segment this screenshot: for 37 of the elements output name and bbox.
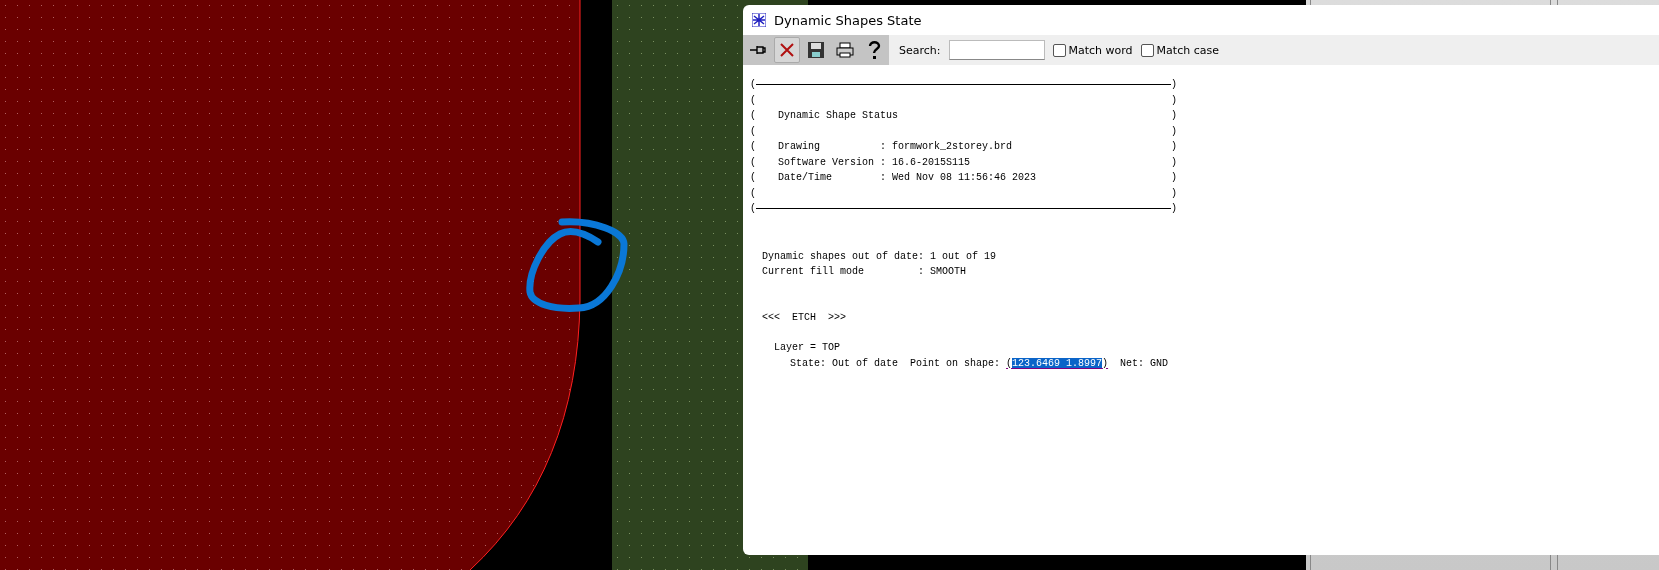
- report-text: Dynamic shapes out of date: 1 out of 19: [762, 249, 998, 264]
- box-border: (: [750, 109, 756, 123]
- box-border: (: [750, 171, 756, 185]
- option-checkbox[interactable]: Match word: [1052, 43, 1133, 57]
- app-icon: [752, 13, 766, 27]
- window-title: Dynamic Shapes State: [774, 12, 922, 28]
- box-border: ): [1171, 155, 1177, 170]
- box-rule: (: [750, 78, 756, 92]
- search-label: Search:: [899, 43, 941, 57]
- box-border: ): [1171, 140, 1177, 154]
- box-border: (: [750, 186, 756, 201]
- box-border: ): [1171, 109, 1177, 123]
- box-rule: ): [1171, 78, 1177, 92]
- printer-icon: [836, 42, 854, 58]
- box-border: ): [1171, 171, 1177, 185]
- box-rule: ): [1171, 202, 1177, 216]
- box-rule: (: [750, 202, 756, 216]
- option-checkbox[interactable]: Match case: [1140, 43, 1219, 57]
- section-heading: <<< ETCH >>>: [761, 310, 847, 325]
- box-border: (: [750, 93, 756, 108]
- pin-icon: [749, 43, 767, 57]
- question-mark-icon: [867, 40, 881, 60]
- close-icon: [779, 42, 795, 58]
- report-text: Date/Time : Wed Nov 08 11:56:46 2023: [778, 171, 1037, 185]
- report-text: Drawing : formwork_2storey.brd: [778, 140, 1013, 154]
- box-border: (: [750, 124, 756, 139]
- box-border: ): [1171, 186, 1177, 201]
- box-border: (: [750, 140, 756, 154]
- search-field[interactable]: [948, 40, 1045, 60]
- box-border: ): [1171, 124, 1177, 139]
- report-text: Software Version : 16.6-2015S115: [778, 155, 971, 170]
- close-button[interactable]: [774, 37, 800, 63]
- box-border: (: [750, 155, 756, 170]
- report-text: Dynamic Shape Status: [778, 109, 899, 123]
- box-border: ): [1171, 93, 1177, 108]
- report-text: Current fill mode : SMOOTH: [762, 265, 968, 279]
- layer-text: Layer = TOP: [773, 341, 841, 355]
